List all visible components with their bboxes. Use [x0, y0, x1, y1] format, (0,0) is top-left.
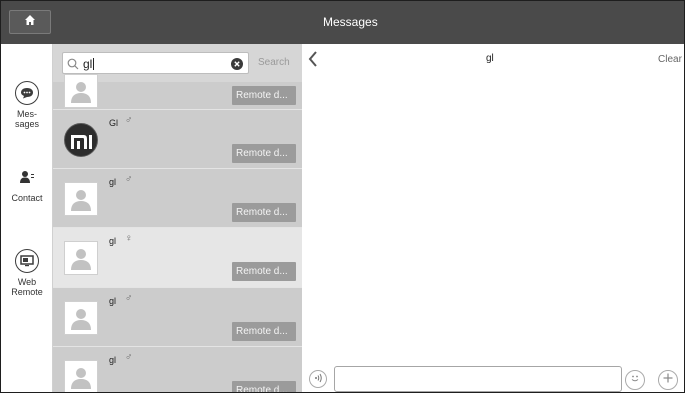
conversation-item[interactable]: Remote d...: [53, 74, 302, 110]
conversation-item[interactable]: gl ♂ Remote d...: [53, 288, 302, 347]
home-button[interactable]: [9, 10, 51, 34]
remote-device-button[interactable]: Remote d...: [232, 144, 296, 163]
nav-item-web-remote[interactable]: Web Remote: [1, 249, 53, 297]
back-chevron-icon[interactable]: [308, 51, 318, 72]
clear-search-icon[interactable]: [231, 57, 243, 75]
default-avatar-icon: [71, 82, 91, 103]
nav-label-messages: Mes- sages: [14, 109, 40, 129]
conversation-item[interactable]: gl ♂ Remote d...: [53, 169, 302, 228]
monitor-icon: [15, 249, 39, 273]
gender-icon: ♂: [125, 293, 133, 304]
conversation-item[interactable]: gl ♀ Remote d...: [53, 228, 302, 288]
nav-item-messages[interactable]: Mes- sages: [1, 81, 53, 129]
search-icon: [67, 57, 79, 75]
search-button[interactable]: Search: [258, 57, 290, 68]
top-bar: Messages: [1, 1, 684, 44]
smiley-icon: [629, 371, 641, 389]
gender-icon: ♂: [125, 174, 133, 185]
chat-bubble-icon: [15, 81, 39, 105]
remote-device-button[interactable]: Remote d...: [232, 381, 296, 392]
gender-icon: ♂: [125, 352, 133, 363]
conversation-name: gl: [109, 236, 117, 246]
voice-icon: [313, 370, 323, 388]
avatar: [64, 123, 98, 157]
plus-icon: [662, 371, 674, 389]
messages-app: Messages Mes- sages Contact Web Remote g…: [0, 0, 685, 393]
avatar: [64, 360, 98, 392]
page-title: Messages: [323, 15, 378, 29]
nav-item-contact[interactable]: Contact: [1, 170, 53, 203]
remote-device-button[interactable]: Remote d...: [232, 86, 296, 105]
conversation-name: gl: [109, 177, 117, 187]
default-avatar-icon: [71, 249, 91, 270]
clear-button[interactable]: Clear: [658, 54, 682, 65]
add-attachment-button[interactable]: [658, 370, 678, 390]
conversation-list: gl Search Remote d... Gl ♂ Remote d... g…: [53, 44, 302, 392]
search-input[interactable]: gl: [62, 52, 249, 74]
avatar: [64, 182, 98, 216]
default-avatar-icon: [71, 368, 91, 389]
conversation-item[interactable]: Gl ♂ Remote d...: [53, 110, 302, 169]
remote-device-button[interactable]: Remote d...: [232, 203, 296, 222]
emoji-button[interactable]: [625, 370, 645, 390]
search-input-value: gl: [83, 57, 93, 71]
conversation-item[interactable]: gl ♂ Remote d...: [53, 347, 302, 392]
chat-title: gl: [486, 53, 494, 64]
voice-button[interactable]: [309, 370, 327, 388]
remote-device-button[interactable]: Remote d...: [232, 262, 296, 281]
gender-icon: ♀: [125, 233, 133, 244]
conversation-name: Gl: [109, 118, 118, 128]
left-nav: Mes- sages Contact Web Remote: [1, 44, 53, 392]
gender-icon: ♂: [125, 115, 133, 126]
chat-panel: gl Clear: [302, 44, 684, 392]
message-input[interactable]: [334, 366, 622, 392]
default-avatar-icon: [71, 190, 91, 211]
contact-icon: [19, 170, 35, 189]
remote-device-button[interactable]: Remote d...: [232, 322, 296, 341]
avatar: [64, 301, 98, 335]
home-icon: [24, 13, 36, 31]
nav-label-contact: Contact: [11, 193, 43, 203]
nav-label-web-remote: Web Remote: [11, 277, 43, 297]
conversation-name: gl: [109, 355, 117, 365]
default-avatar-icon: [71, 309, 91, 330]
avatar: [64, 241, 98, 275]
avatar: [64, 74, 98, 108]
conversation-name: gl: [109, 296, 117, 306]
brand-logo-icon: [71, 135, 92, 149]
